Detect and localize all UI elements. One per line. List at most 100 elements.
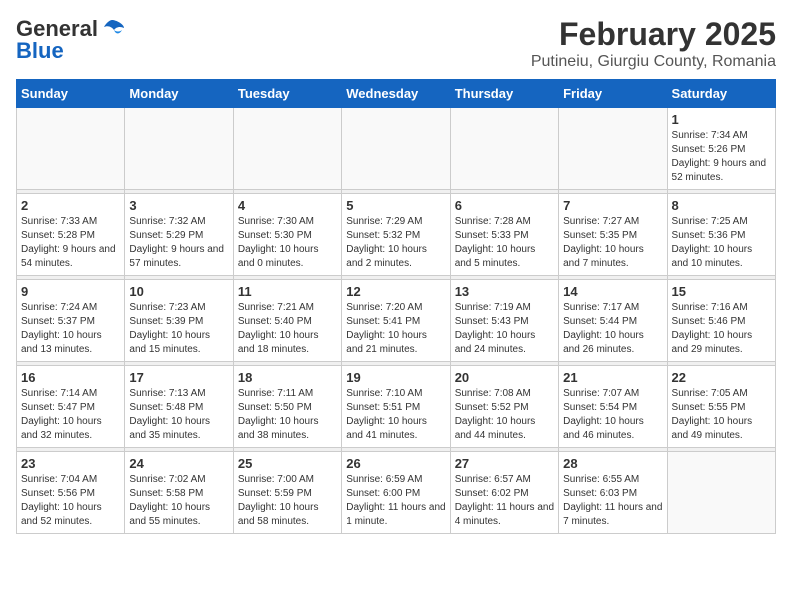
day-detail: Sunrise: 7:32 AM Sunset: 5:29 PM Dayligh… [129, 215, 228, 271]
day-detail: Sunrise: 7:25 AM Sunset: 5:36 PM Dayligh… [672, 215, 771, 271]
day-number: 7 [563, 198, 662, 213]
calendar-cell [125, 108, 233, 190]
calendar-cell: 3 Sunrise: 7:32 AM Sunset: 5:29 PM Daylig… [125, 194, 233, 276]
col-tuesday: Tuesday [233, 80, 341, 108]
day-number: 11 [238, 284, 337, 299]
day-number: 21 [563, 370, 662, 385]
day-detail: Sunrise: 7:10 AM Sunset: 5:51 PM Dayligh… [346, 387, 445, 443]
calendar-cell: 23 Sunrise: 7:04 AM Sunset: 5:56 PM Dayli… [17, 452, 125, 534]
calendar-cell: 7 Sunrise: 7:27 AM Sunset: 5:35 PM Daylig… [559, 194, 667, 276]
calendar-cell: 5 Sunrise: 7:29 AM Sunset: 5:32 PM Daylig… [342, 194, 450, 276]
day-detail: Sunrise: 7:27 AM Sunset: 5:35 PM Dayligh… [563, 215, 662, 271]
calendar-cell: 15 Sunrise: 7:16 AM Sunset: 5:46 PM Dayli… [667, 280, 775, 362]
day-detail: Sunrise: 7:34 AM Sunset: 5:26 PM Dayligh… [672, 129, 771, 185]
calendar-week-5: 23 Sunrise: 7:04 AM Sunset: 5:56 PM Dayli… [17, 452, 776, 534]
calendar-cell: 27 Sunrise: 6:57 AM Sunset: 6:02 PM Dayli… [450, 452, 558, 534]
calendar-cell: 2 Sunrise: 7:33 AM Sunset: 5:28 PM Daylig… [17, 194, 125, 276]
day-number: 5 [346, 198, 445, 213]
calendar-cell: 10 Sunrise: 7:23 AM Sunset: 5:39 PM Dayli… [125, 280, 233, 362]
day-detail: Sunrise: 7:29 AM Sunset: 5:32 PM Dayligh… [346, 215, 445, 271]
calendar-cell: 21 Sunrise: 7:07 AM Sunset: 5:54 PM Dayli… [559, 366, 667, 448]
calendar-cell: 18Sunrise: 7:11 AM Sunset: 5:50 PM Dayli… [233, 366, 341, 448]
calendar-cell: 25 Sunrise: 7:00 AM Sunset: 5:59 PM Dayli… [233, 452, 341, 534]
calendar-cell: 17Sunrise: 7:13 AM Sunset: 5:48 PM Dayli… [125, 366, 233, 448]
calendar-cell: 8 Sunrise: 7:25 AM Sunset: 5:36 PM Daylig… [667, 194, 775, 276]
calendar-cell [450, 108, 558, 190]
calendar-cell: 9Sunrise: 7:24 AM Sunset: 5:37 PM Daylig… [17, 280, 125, 362]
day-number: 15 [672, 284, 771, 299]
col-wednesday: Wednesday [342, 80, 450, 108]
day-detail: Sunrise: 6:59 AM Sunset: 6:00 PM Dayligh… [346, 473, 445, 529]
day-detail: Sunrise: 7:04 AM Sunset: 5:56 PM Dayligh… [21, 473, 120, 529]
logo: General Blue [16, 16, 126, 64]
calendar-week-2: 2 Sunrise: 7:33 AM Sunset: 5:28 PM Daylig… [17, 194, 776, 276]
calendar-cell: 19 Sunrise: 7:10 AM Sunset: 5:51 PM Dayli… [342, 366, 450, 448]
calendar-cell: 14 Sunrise: 7:17 AM Sunset: 5:44 PM Dayli… [559, 280, 667, 362]
calendar-cell: 6 Sunrise: 7:28 AM Sunset: 5:33 PM Daylig… [450, 194, 558, 276]
calendar-table: Sunday Monday Tuesday Wednesday Thursday… [16, 79, 776, 534]
day-detail: Sunrise: 6:57 AM Sunset: 6:02 PM Dayligh… [455, 473, 554, 529]
main-title: February 2025 [531, 16, 776, 53]
calendar-cell: 4 Sunrise: 7:30 AM Sunset: 5:30 PM Daylig… [233, 194, 341, 276]
day-detail: Sunrise: 7:16 AM Sunset: 5:46 PM Dayligh… [672, 301, 771, 357]
calendar-cell: 16 Sunrise: 7:14 AM Sunset: 5:47 PM Dayli… [17, 366, 125, 448]
calendar-cell [342, 108, 450, 190]
calendar-cell: 22 Sunrise: 7:05 AM Sunset: 5:55 PM Dayli… [667, 366, 775, 448]
day-detail: Sunrise: 7:23 AM Sunset: 5:39 PM Dayligh… [129, 301, 228, 357]
day-number: 27 [455, 456, 554, 471]
col-sunday: Sunday [17, 80, 125, 108]
day-number: 28 [563, 456, 662, 471]
day-detail: Sunrise: 7:02 AM Sunset: 5:58 PM Dayligh… [129, 473, 228, 529]
logo-blue: Blue [16, 38, 64, 64]
day-detail: Sunrise: 7:30 AM Sunset: 5:30 PM Dayligh… [238, 215, 337, 271]
day-number: 1 [672, 112, 771, 127]
day-detail: Sunrise: 7:07 AM Sunset: 5:54 PM Dayligh… [563, 387, 662, 443]
col-saturday: Saturday [667, 80, 775, 108]
day-number: 4 [238, 198, 337, 213]
calendar-cell [233, 108, 341, 190]
col-friday: Friday [559, 80, 667, 108]
day-detail: Sunrise: 7:17 AM Sunset: 5:44 PM Dayligh… [563, 301, 662, 357]
day-number: 14 [563, 284, 662, 299]
calendar-week-4: 16 Sunrise: 7:14 AM Sunset: 5:47 PM Dayli… [17, 366, 776, 448]
day-detail: Sunrise: 7:14 AM Sunset: 5:47 PM Dayligh… [21, 387, 120, 443]
calendar-cell: 24 Sunrise: 7:02 AM Sunset: 5:58 PM Dayli… [125, 452, 233, 534]
calendar-cell: 11Sunrise: 7:21 AM Sunset: 5:40 PM Dayli… [233, 280, 341, 362]
logo-bird-icon [98, 18, 126, 40]
day-number: 23 [21, 456, 120, 471]
title-area: February 2025 Putineiu, Giurgiu County, … [531, 16, 776, 71]
day-detail: Sunrise: 6:55 AM Sunset: 6:03 PM Dayligh… [563, 473, 662, 529]
day-number: 6 [455, 198, 554, 213]
calendar-cell: 20Sunrise: 7:08 AM Sunset: 5:52 PM Dayli… [450, 366, 558, 448]
calendar-cell [667, 452, 775, 534]
day-detail: Sunrise: 7:28 AM Sunset: 5:33 PM Dayligh… [455, 215, 554, 271]
day-number: 25 [238, 456, 337, 471]
day-number: 12 [346, 284, 445, 299]
day-detail: Sunrise: 7:33 AM Sunset: 5:28 PM Dayligh… [21, 215, 120, 271]
day-number: 10 [129, 284, 228, 299]
day-number: 19 [346, 370, 445, 385]
day-number: 2 [21, 198, 120, 213]
day-detail: Sunrise: 7:13 AM Sunset: 5:48 PM Dayligh… [129, 387, 228, 443]
subtitle: Putineiu, Giurgiu County, Romania [531, 53, 776, 71]
day-number: 26 [346, 456, 445, 471]
calendar-cell: 28 Sunrise: 6:55 AM Sunset: 6:03 PM Dayli… [559, 452, 667, 534]
day-number: 22 [672, 370, 771, 385]
day-number: 16 [21, 370, 120, 385]
day-detail: Sunrise: 7:00 AM Sunset: 5:59 PM Dayligh… [238, 473, 337, 529]
calendar-week-1: 1 Sunrise: 7:34 AM Sunset: 5:26 PM Daylig… [17, 108, 776, 190]
day-number: 20 [455, 370, 554, 385]
day-number: 8 [672, 198, 771, 213]
day-detail: Sunrise: 7:20 AM Sunset: 5:41 PM Dayligh… [346, 301, 445, 357]
col-monday: Monday [125, 80, 233, 108]
calendar-cell: 12 Sunrise: 7:20 AM Sunset: 5:41 PM Dayli… [342, 280, 450, 362]
calendar-header-row: Sunday Monday Tuesday Wednesday Thursday… [17, 80, 776, 108]
calendar-cell: 13Sunrise: 7:19 AM Sunset: 5:43 PM Dayli… [450, 280, 558, 362]
day-number: 24 [129, 456, 228, 471]
day-detail: Sunrise: 7:05 AM Sunset: 5:55 PM Dayligh… [672, 387, 771, 443]
day-number: 3 [129, 198, 228, 213]
day-detail: Sunrise: 7:19 AM Sunset: 5:43 PM Dayligh… [455, 301, 554, 357]
day-number: 18 [238, 370, 337, 385]
day-detail: Sunrise: 7:24 AM Sunset: 5:37 PM Dayligh… [21, 301, 120, 357]
calendar-week-3: 9Sunrise: 7:24 AM Sunset: 5:37 PM Daylig… [17, 280, 776, 362]
